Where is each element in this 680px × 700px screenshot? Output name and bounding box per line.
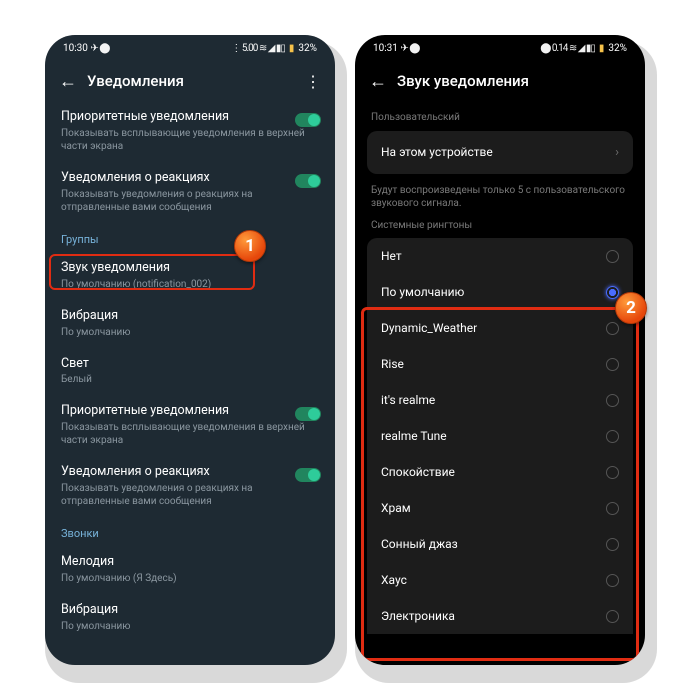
row-title: Вибрация: [61, 308, 319, 325]
radio-unselected-icon[interactable]: [606, 538, 619, 551]
ringtone-name: Dynamic_Weather: [381, 321, 477, 335]
row-light[interactable]: Свет Белый: [45, 348, 335, 396]
row-subtitle: Показывать всплывающие уведомления в вер…: [61, 127, 319, 153]
row-subtitle: По умолчанию: [61, 620, 319, 633]
back-icon[interactable]: ←: [59, 71, 79, 92]
ringtone-option[interactable]: Храм: [367, 490, 633, 526]
ringtone-name: Электроника: [381, 609, 455, 623]
row-subtitle: Показывать уведомления о реакциях на отп…: [61, 482, 319, 508]
status-battery: 32%: [608, 43, 627, 54]
radio-unselected-icon[interactable]: [606, 574, 619, 587]
ringtone-name: Сонный джаз: [381, 537, 458, 551]
header-bar: ← Звук уведомления: [355, 61, 645, 101]
page-title: Уведомления: [79, 72, 305, 90]
radio-unselected-icon[interactable]: [606, 502, 619, 515]
chevron-right-icon: ›: [615, 145, 619, 160]
row-title: Вибрация: [61, 602, 319, 619]
radio-selected-icon[interactable]: [606, 286, 619, 299]
status-bar: 10:31 ✈ ⬤ ⬤ 0.14 ≋ ◢ ▮▯ ▮32%: [355, 35, 645, 61]
battery-icon: ▮: [289, 43, 295, 54]
row-title: Уведомления о реакциях: [61, 170, 319, 187]
toggle-switch[interactable]: [295, 113, 321, 127]
row-title: Приоритетные уведомления: [61, 109, 319, 126]
row-title: Свет: [61, 356, 319, 373]
row-title: Звук уведомления: [61, 260, 319, 277]
status-time: 10:31: [373, 43, 398, 54]
radio-unselected-icon[interactable]: [606, 394, 619, 407]
ringtone-list: Нет По умолчанию Dynamic_Weather Rise it's r…: [367, 238, 633, 634]
ringtone-name: Храм: [381, 501, 411, 515]
annotation-badge-2: 2: [615, 292, 647, 324]
row-subtitle: По умолчанию (notification_002): [61, 278, 319, 291]
status-time: 10:30: [63, 43, 88, 54]
section-label-custom: Пользовательский: [355, 101, 645, 131]
row-subtitle: Белый: [61, 373, 319, 386]
ringtone-option[interactable]: Dynamic_Weather: [367, 310, 633, 346]
page-title: Звук уведомления: [389, 72, 631, 90]
status-bar: 10:30 ✈ ⬤ ⋮ 5.00 ≋ ◢ ▮▯ ▮32%: [45, 35, 335, 61]
ringtone-option[interactable]: realme Tune: [367, 418, 633, 454]
row-notification-sound[interactable]: Звук уведомления По умолчанию (notificat…: [45, 252, 335, 300]
back-icon[interactable]: ←: [369, 71, 389, 92]
section-header-calls: Звонки: [45, 517, 335, 546]
row-subtitle: Показывать всплывающие уведомления в вер…: [61, 421, 319, 447]
card-label: На этом устройстве: [381, 145, 493, 159]
header-bar: ← Уведомления ⋮: [45, 61, 335, 101]
ringtone-option[interactable]: Хаус: [367, 562, 633, 598]
row-title: Мелодия: [61, 554, 319, 571]
more-icon[interactable]: ⋮: [305, 72, 321, 91]
ringtone-name: Rise: [381, 357, 404, 371]
row-vibration[interactable]: Вибрация По умолчанию: [45, 300, 335, 348]
ringtone-option[interactable]: Спокойствие: [367, 454, 633, 490]
radio-unselected-icon[interactable]: [606, 250, 619, 263]
ringtone-name: Нет: [381, 249, 402, 263]
status-icons-left: ✈ ⬤: [90, 43, 109, 54]
battery-icon: ▮: [599, 43, 605, 54]
ringtone-option[interactable]: Нет: [367, 238, 633, 274]
info-text: Будут воспроизведены только 5 с пользова…: [355, 174, 645, 217]
radio-unselected-icon[interactable]: [606, 430, 619, 443]
radio-unselected-icon[interactable]: [606, 322, 619, 335]
section-header-groups: Группы: [45, 223, 335, 252]
ringtone-option[interactable]: it's realme: [367, 382, 633, 418]
screenshot-notifications-settings: 10:30 ✈ ⬤ ⋮ 5.00 ≋ ◢ ▮▯ ▮32% ← Уведомлен…: [45, 35, 335, 665]
row-reaction-notifications[interactable]: Уведомления о реакциях Показывать уведом…: [45, 162, 335, 223]
section-label-system-ringtones: Системные рингтоны: [355, 217, 645, 239]
status-icons-right: ⋮ 5.00 ≋ ◢ ▮▯: [231, 43, 285, 54]
row-title: Уведомления о реакциях: [61, 464, 319, 481]
row-priority-notifications[interactable]: Приоритетные уведомления Показывать вспл…: [45, 101, 335, 162]
ringtone-name: Спокойствие: [381, 465, 455, 479]
ringtone-name: realme Tune: [381, 429, 447, 443]
row-ringtone[interactable]: Мелодия По умолчанию (Я Здесь): [45, 546, 335, 594]
ringtone-name: По умолчанию: [381, 285, 464, 299]
radio-unselected-icon[interactable]: [606, 466, 619, 479]
row-title: Приоритетные уведомления: [61, 403, 319, 420]
row-subtitle: По умолчанию (Я Здесь): [61, 572, 319, 585]
toggle-switch[interactable]: [295, 174, 321, 188]
ringtone-option[interactable]: По умолчанию: [367, 274, 633, 310]
status-battery: 32%: [298, 43, 317, 54]
radio-unselected-icon[interactable]: [606, 358, 619, 371]
row-subtitle: По умолчанию: [61, 326, 319, 339]
ringtone-option[interactable]: Электроника: [367, 598, 633, 634]
row-subtitle: Показывать уведомления о реакциях на отп…: [61, 188, 319, 214]
annotation-badge-1: 1: [234, 230, 266, 262]
toggle-switch[interactable]: [295, 468, 321, 482]
row-reaction-notifications-groups[interactable]: Уведомления о реакциях Показывать уведом…: [45, 456, 335, 517]
row-priority-notifications-groups[interactable]: Приоритетные уведомления Показывать вспл…: [45, 395, 335, 456]
screenshot-sound-picker: 10:31 ✈ ⬤ ⬤ 0.14 ≋ ◢ ▮▯ ▮32% ← Звук увед…: [355, 35, 645, 665]
row-vibration-calls[interactable]: Вибрация По умолчанию: [45, 594, 335, 642]
radio-unselected-icon[interactable]: [606, 610, 619, 623]
ringtone-option[interactable]: Сонный джаз: [367, 526, 633, 562]
status-icons-left: ✈ ⬤: [400, 43, 419, 54]
ringtone-option[interactable]: Rise: [367, 346, 633, 382]
toggle-switch[interactable]: [295, 407, 321, 421]
ringtone-name: it's realme: [381, 393, 435, 407]
ringtone-name: Хаус: [381, 573, 407, 587]
card-on-this-device[interactable]: На этом устройстве ›: [367, 131, 633, 174]
status-icons-right: ⬤ 0.14 ≋ ◢ ▮▯: [540, 43, 595, 54]
